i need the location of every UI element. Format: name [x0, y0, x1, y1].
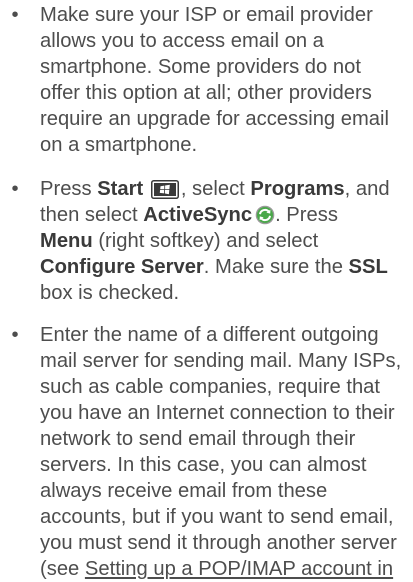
bullet-marker: •	[11, 178, 19, 200]
text-line: on a smartphone.	[40, 134, 198, 156]
ssl-label: SSL	[348, 256, 388, 278]
windows-start-key-icon	[150, 180, 179, 199]
text-line: mail server for sending mail. Many ISPs,	[40, 350, 402, 372]
text-line: network to send email through their	[40, 428, 356, 450]
bullet-text: Enter the name of a different outgoing m…	[40, 322, 413, 582]
document-page: • Make sure your ISP or email provider a…	[0, 0, 413, 580]
text-line: you must send it through another server	[40, 532, 397, 554]
text-line: you have an Internet connection to their	[40, 402, 395, 424]
bullet-text: Press Start , select Programs, and then …	[40, 176, 413, 306]
text-line: (see Setting up a POP/IMAP account in	[40, 558, 394, 580]
text-line: Configure Server. Make sure the SSL	[40, 256, 388, 278]
text-line: allows you to access email on a	[40, 30, 324, 52]
bullet-marker: •	[11, 4, 19, 26]
bullet-marker: •	[11, 324, 19, 346]
text-line: Press Start , select Programs, and	[40, 178, 390, 200]
text-line: Enter the name of a different outgoing	[40, 324, 379, 346]
text-line: Menu (right softkey) and select	[40, 230, 319, 252]
activesync-icon	[255, 205, 275, 225]
text-line: require an upgrade for accessing email	[40, 108, 389, 130]
text-line: servers. In this case, you can almost	[40, 454, 367, 476]
setting-up-pop-imap-link[interactable]: Setting up a POP/IMAP account in	[85, 558, 393, 580]
text-line: always receive email from these	[40, 480, 328, 502]
configure-server-label: Configure Server	[40, 256, 204, 278]
text-line: then select ActiveSync . Press	[40, 204, 338, 226]
bullet-text: Make sure your ISP or email provider all…	[40, 2, 413, 158]
text-line: accounts, but if you want to send email,	[40, 506, 394, 528]
text-line: smartphone. Some providers do not	[40, 56, 361, 78]
text-line: offer this option at all; other provider…	[40, 82, 372, 104]
text-line: such as cable companies, require that	[40, 376, 381, 398]
start-label: Start	[97, 178, 144, 200]
menu-label: Menu	[40, 230, 93, 252]
text-line: box is checked.	[40, 282, 180, 304]
activesync-label: ActiveSync	[143, 204, 253, 226]
text-line: Make sure your ISP or email provider	[40, 4, 373, 26]
programs-label: Programs	[250, 178, 345, 200]
